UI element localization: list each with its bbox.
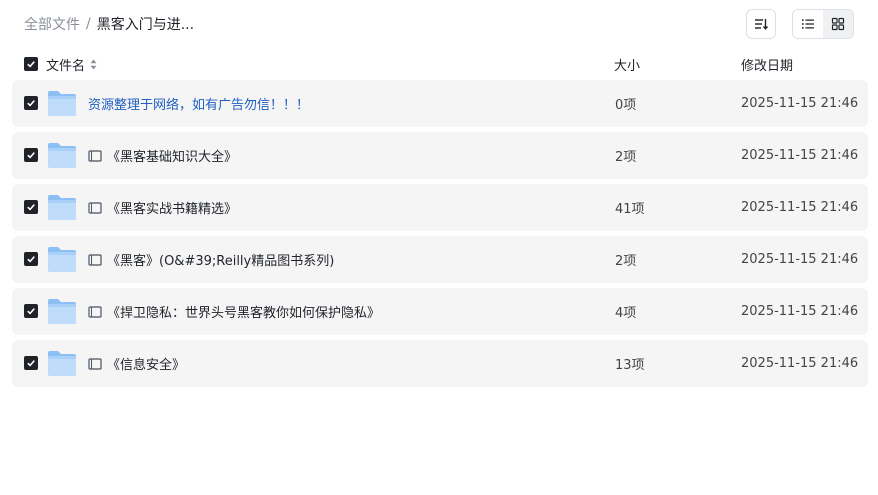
header-size-label[interactable]: 大小 <box>614 55 640 74</box>
file-name[interactable]: 《黑客基础知识大全》 <box>107 146 237 165</box>
file-modified-date: 2025-11-15 21:46 <box>741 304 859 319</box>
file-row[interactable]: 《捍卫隐私：世界头号黑客教你如何保护隐私》 4项 2025-11-15 21:4… <box>12 288 868 335</box>
file-size: 13项 <box>615 358 645 373</box>
check-icon <box>27 256 35 263</box>
file-row[interactable]: 《黑客》(O&#39;Reilly精品图书系列) 2项 2025-11-15 2… <box>12 236 868 283</box>
folder-icon <box>48 91 76 116</box>
file-size: 2项 <box>615 150 637 165</box>
book-icon <box>88 253 102 266</box>
row-checkbox[interactable] <box>24 148 38 162</box>
folder-icon <box>48 299 76 324</box>
check-icon <box>27 360 35 367</box>
select-all-checkbox[interactable] <box>24 57 38 71</box>
grid-view-button[interactable] <box>823 10 853 38</box>
folder-icon <box>48 247 76 272</box>
file-row[interactable]: 资源整理于网络，如有广告勿信！！！ 0项 2025-11-15 21:46 <box>12 80 868 127</box>
file-row[interactable]: 《信息安全》 13项 2025-11-15 21:46 <box>12 340 868 387</box>
file-name-cell: 《捍卫隐私：世界头号黑客教你如何保护隐私》 <box>88 288 380 335</box>
header-name-label[interactable]: 文件名 <box>46 55 85 74</box>
row-checkbox[interactable] <box>24 304 38 318</box>
row-checkbox[interactable] <box>24 356 38 370</box>
file-size: 0项 <box>615 98 637 113</box>
file-modified-date: 2025-11-15 21:46 <box>741 96 859 111</box>
file-name-cell: 《黑客》(O&#39;Reilly精品图书系列) <box>88 236 334 283</box>
file-row[interactable]: 《黑客实战书籍精选》 41项 2025-11-15 21:46 <box>12 184 868 231</box>
file-name[interactable]: 《信息安全》 <box>107 354 185 373</box>
file-browser: 全部文件 / 黑客入门与进... 文件名 大小 修改日期 资源整理于网络，如有广… <box>0 0 878 495</box>
folder-icon <box>48 143 76 168</box>
header-modified-label[interactable]: 修改日期 <box>741 55 793 74</box>
file-name-cell: 资源整理于网络，如有广告勿信！！！ <box>88 80 309 127</box>
book-icon <box>88 149 102 162</box>
file-row[interactable]: 《黑客基础知识大全》 2项 2025-11-15 21:46 <box>12 132 868 179</box>
file-size: 4项 <box>615 306 637 321</box>
book-icon <box>88 201 102 214</box>
row-checkbox[interactable] <box>24 200 38 214</box>
sort-lines-icon <box>755 19 769 30</box>
row-checkbox[interactable] <box>24 252 38 266</box>
file-name[interactable]: 《黑客实战书籍精选》 <box>107 198 237 217</box>
toolbar <box>746 9 854 39</box>
breadcrumb-current: 黑客入门与进... <box>96 17 195 33</box>
book-icon <box>88 357 102 370</box>
file-name[interactable]: 《黑客》(O&#39;Reilly精品图书系列) <box>107 250 334 269</box>
view-mode-toggle <box>792 9 854 39</box>
folder-icon <box>48 195 76 220</box>
file-modified-date: 2025-11-15 21:46 <box>741 200 859 215</box>
file-name[interactable]: 资源整理于网络，如有广告勿信！！！ <box>88 94 309 113</box>
file-name-cell: 《信息安全》 <box>88 340 185 387</box>
header-name-column: 文件名 <box>24 55 97 74</box>
breadcrumb: 全部文件 / 黑客入门与进... <box>24 14 194 34</box>
check-icon <box>27 61 35 68</box>
file-modified-date: 2025-11-15 21:46 <box>741 148 859 163</box>
top-bar: 全部文件 / 黑客入门与进... <box>24 8 854 40</box>
file-list-header: 文件名 大小 修改日期 <box>24 53 854 75</box>
file-name-cell: 《黑客基础知识大全》 <box>88 132 237 179</box>
row-checkbox[interactable] <box>24 96 38 110</box>
file-list: 资源整理于网络，如有广告勿信！！！ 0项 2025-11-15 21:46 《黑… <box>12 80 868 392</box>
grid-view-icon <box>831 17 845 31</box>
file-size: 2项 <box>615 254 637 269</box>
file-modified-date: 2025-11-15 21:46 <box>741 252 859 267</box>
file-name-cell: 《黑客实战书籍精选》 <box>88 184 237 231</box>
breadcrumb-root-link[interactable]: 全部文件 <box>24 14 80 34</box>
list-view-icon <box>802 19 814 29</box>
file-name[interactable]: 《捍卫隐私：世界头号黑客教你如何保护隐私》 <box>107 302 380 321</box>
file-modified-date: 2025-11-15 21:46 <box>741 356 859 371</box>
folder-icon <box>48 351 76 376</box>
sort-toggle-icon[interactable] <box>90 59 97 70</box>
file-size: 41项 <box>615 202 645 217</box>
check-icon <box>27 204 35 211</box>
check-icon <box>27 152 35 159</box>
breadcrumb-separator: / <box>86 16 91 32</box>
check-icon <box>27 100 35 107</box>
sort-button[interactable] <box>746 9 776 39</box>
check-icon <box>27 308 35 315</box>
list-view-button[interactable] <box>793 10 823 38</box>
book-icon <box>88 305 102 318</box>
